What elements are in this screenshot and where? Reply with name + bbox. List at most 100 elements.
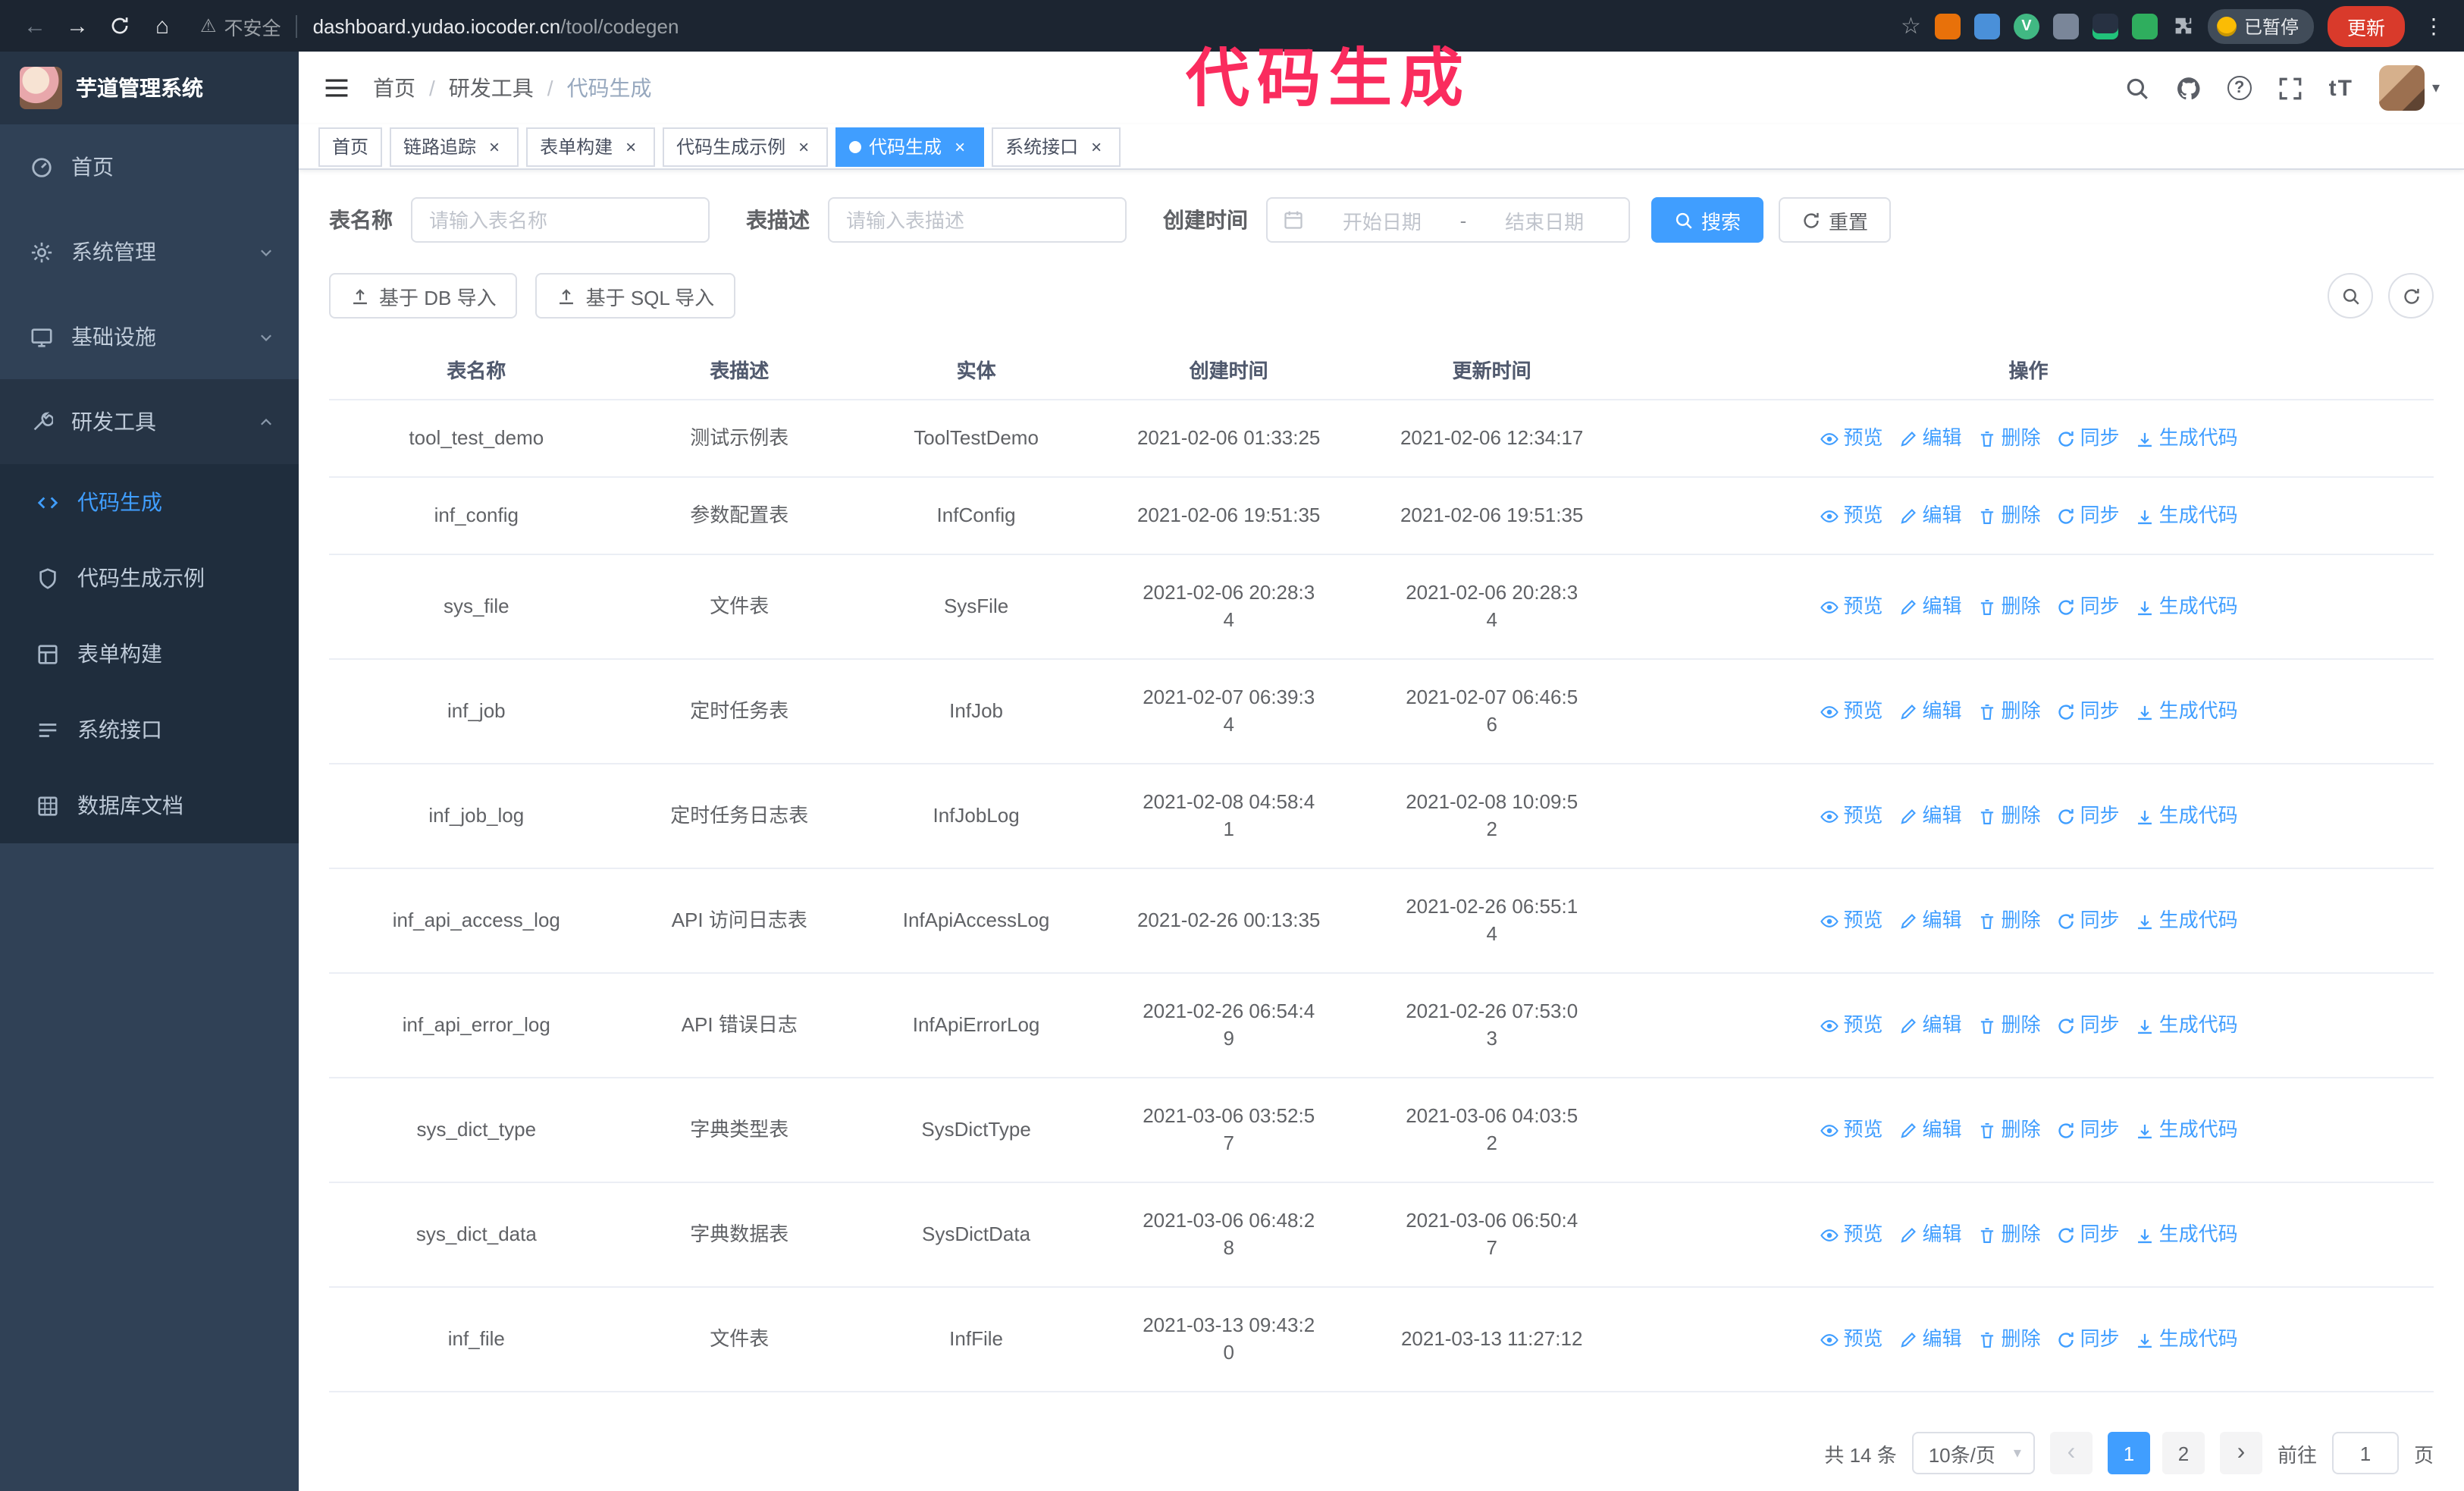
delete-link[interactable]: 删除: [1977, 593, 2041, 620]
github-icon[interactable]: [2176, 75, 2202, 101]
preview-link[interactable]: 预览: [1819, 698, 1883, 725]
sidebar-subitem-db[interactable]: 数据库文档: [0, 767, 299, 843]
edit-link[interactable]: 编辑: [1898, 1116, 1962, 1144]
edit-link[interactable]: 编辑: [1898, 425, 1962, 452]
delete-link[interactable]: 删除: [1977, 502, 2041, 529]
sync-link[interactable]: 同步: [2056, 502, 2120, 529]
delete-link[interactable]: 删除: [1977, 1012, 2041, 1039]
toggle-search-button[interactable]: [2328, 273, 2373, 319]
tab-close-icon[interactable]: ×: [793, 136, 814, 157]
tab-close-icon[interactable]: ×: [484, 136, 505, 157]
help-icon[interactable]: ?: [2227, 76, 2252, 100]
preview-link[interactable]: 预览: [1819, 502, 1883, 529]
search-button[interactable]: 搜索: [1651, 197, 1764, 243]
view-tab[interactable]: 代码生成 ×: [835, 127, 985, 166]
view-tab[interactable]: 系统接口 ×: [992, 127, 1121, 166]
sync-link[interactable]: 同步: [2056, 593, 2120, 620]
update-button[interactable]: 更新: [2327, 5, 2405, 46]
user-menu[interactable]: ▾: [2378, 65, 2440, 111]
font-size-icon[interactable]: tT: [2329, 75, 2353, 101]
home-button[interactable]: ⌂: [143, 6, 182, 46]
app-logo[interactable]: 芋道管理系统: [0, 52, 299, 124]
security-chip[interactable]: ⚠ 不安全: [200, 11, 281, 40]
delete-link[interactable]: 删除: [1977, 802, 2041, 830]
page-button-2[interactable]: 2: [2161, 1432, 2205, 1474]
sync-link[interactable]: 同步: [2056, 425, 2120, 452]
search-icon[interactable]: [2124, 75, 2150, 101]
sidebar-item-dashboard[interactable]: 首页: [0, 124, 299, 209]
breadcrumb-dev-tools[interactable]: 研发工具: [449, 73, 534, 103]
preview-link[interactable]: 预览: [1819, 425, 1883, 452]
sidebar-item-monitor[interactable]: 基础设施: [0, 294, 299, 379]
extension-icon-dark[interactable]: [2092, 13, 2118, 39]
sync-link[interactable]: 同步: [2056, 802, 2120, 830]
sync-link[interactable]: 同步: [2056, 907, 2120, 934]
extension-icon-green[interactable]: [2131, 13, 2158, 39]
avatar[interactable]: [2378, 65, 2425, 111]
delete-link[interactable]: 删除: [1977, 425, 2041, 452]
edit-link[interactable]: 编辑: [1898, 502, 1962, 529]
view-tab[interactable]: 链路追踪 ×: [390, 127, 519, 166]
sidebar-subitem-code[interactable]: 代码生成: [0, 464, 299, 540]
generate-code-link[interactable]: 生成代码: [2135, 502, 2238, 529]
bookmark-star-icon[interactable]: ☆: [1901, 12, 1921, 39]
preview-link[interactable]: 预览: [1819, 593, 1883, 620]
refresh-table-button[interactable]: [2388, 273, 2434, 319]
table-name-input[interactable]: [411, 197, 710, 243]
address-bar[interactable]: ⚠ 不安全 dashboard.yudao.iocoder.cn/tool/co…: [200, 11, 1898, 40]
vue-devtools-icon[interactable]: V: [2013, 13, 2039, 39]
generate-code-link[interactable]: 生成代码: [2135, 593, 2238, 620]
import-db-button[interactable]: 基于 DB 导入: [329, 273, 518, 319]
sidebar-item-tools[interactable]: 研发工具: [0, 379, 299, 464]
preview-link[interactable]: 预览: [1819, 802, 1883, 830]
goto-page-input[interactable]: [2331, 1432, 2399, 1474]
sync-link[interactable]: 同步: [2056, 1326, 2120, 1353]
sync-link[interactable]: 同步: [2056, 698, 2120, 725]
date-range-picker[interactable]: 开始日期 - 结束日期: [1266, 197, 1630, 243]
view-tab[interactable]: 首页: [318, 127, 383, 166]
forward-button[interactable]: →: [58, 6, 97, 46]
edit-link[interactable]: 编辑: [1898, 698, 1962, 725]
fullscreen-icon[interactable]: [2277, 75, 2303, 101]
sidebar-subitem-form[interactable]: 表单构建: [0, 616, 299, 692]
generate-code-link[interactable]: 生成代码: [2135, 1116, 2238, 1144]
extensions-puzzle-icon[interactable]: [2171, 14, 2194, 37]
preview-link[interactable]: 预览: [1819, 1221, 1883, 1248]
browser-menu-icon[interactable]: ⋮: [2419, 13, 2449, 39]
tab-close-icon[interactable]: ×: [1086, 136, 1107, 157]
edit-link[interactable]: 编辑: [1898, 1012, 1962, 1039]
delete-link[interactable]: 删除: [1977, 1221, 2041, 1248]
sync-link[interactable]: 同步: [2056, 1221, 2120, 1248]
paused-badge[interactable]: 已暂停: [2207, 8, 2314, 43]
sidebar-toggle-icon[interactable]: [323, 74, 350, 102]
table-desc-input[interactable]: [828, 197, 1127, 243]
view-tab[interactable]: 代码生成示例 ×: [663, 127, 829, 166]
preview-link[interactable]: 预览: [1819, 1116, 1883, 1144]
generate-code-link[interactable]: 生成代码: [2135, 1326, 2238, 1353]
extension-icon-orange[interactable]: [1934, 13, 1961, 39]
generate-code-link[interactable]: 生成代码: [2135, 698, 2238, 725]
edit-link[interactable]: 编辑: [1898, 1326, 1962, 1353]
delete-link[interactable]: 删除: [1977, 1116, 2041, 1144]
delete-link[interactable]: 删除: [1977, 698, 2041, 725]
preview-link[interactable]: 预览: [1819, 1012, 1883, 1039]
delete-link[interactable]: 删除: [1977, 907, 2041, 934]
generate-code-link[interactable]: 生成代码: [2135, 907, 2238, 934]
import-sql-button[interactable]: 基于 SQL 导入: [535, 273, 736, 319]
preview-link[interactable]: 预览: [1819, 907, 1883, 934]
back-button[interactable]: ←: [15, 6, 55, 46]
sidebar-item-gear[interactable]: 系统管理: [0, 209, 299, 294]
edit-link[interactable]: 编辑: [1898, 593, 1962, 620]
generate-code-link[interactable]: 生成代码: [2135, 1221, 2238, 1248]
sync-link[interactable]: 同步: [2056, 1116, 2120, 1144]
edit-link[interactable]: 编辑: [1898, 1221, 1962, 1248]
generate-code-link[interactable]: 生成代码: [2135, 425, 2238, 452]
edit-link[interactable]: 编辑: [1898, 802, 1962, 830]
breadcrumb-home[interactable]: 首页: [373, 73, 415, 103]
next-page-button[interactable]: ›: [2219, 1432, 2262, 1474]
generate-code-link[interactable]: 生成代码: [2135, 802, 2238, 830]
page-button-1[interactable]: 1: [2107, 1432, 2150, 1474]
edit-link[interactable]: 编辑: [1898, 907, 1962, 934]
view-tab[interactable]: 表单构建 ×: [526, 127, 656, 166]
reload-button[interactable]: [100, 6, 140, 46]
